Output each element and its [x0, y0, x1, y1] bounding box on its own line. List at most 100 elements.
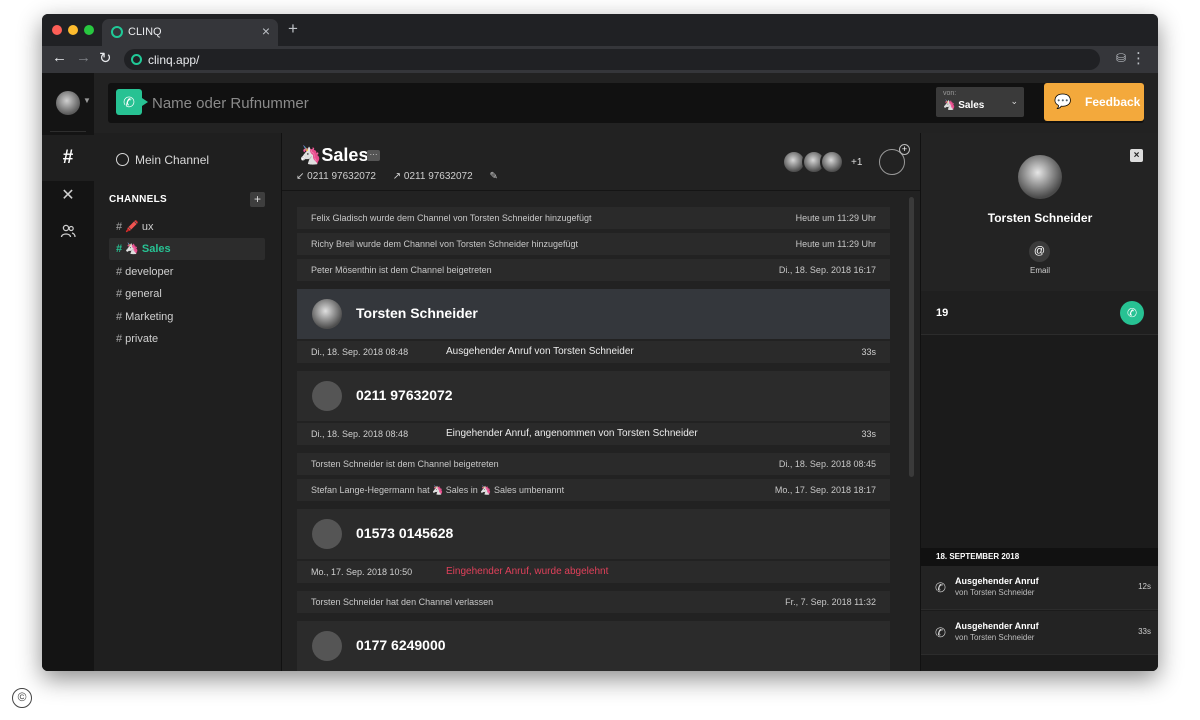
hash-icon: # — [116, 288, 123, 300]
outgoing-call-icon: ✆ — [935, 580, 946, 595]
sidebar-item-private[interactable]: # private — [109, 328, 265, 350]
call-date: Mo., 17. Sep. 2018 10:50 — [311, 567, 413, 577]
call-card-header[interactable]: 01573 0145628 — [297, 509, 890, 559]
member-extra-count[interactable]: +1 — [851, 157, 862, 168]
nav-rail: ▼ # ✕ — [42, 73, 94, 671]
dial-bar: ✆ von: 🦄 Sales ⌄ — [108, 83, 1144, 123]
call-history-item[interactable]: ✆ Ausgehender Anruf von Torsten Schneide… — [921, 566, 1158, 610]
contacts-icon[interactable] — [42, 223, 94, 244]
add-channel-button[interactable]: + — [250, 192, 265, 207]
feedback-button[interactable]: 💬 Feedback — [1044, 83, 1144, 121]
divider — [50, 131, 86, 132]
channels-heading: CHANNELS — [109, 194, 167, 205]
call-detail-row[interactable]: Di., 18. Sep. 2018 08:48 Eingehender Anr… — [297, 423, 890, 445]
channel-options-button[interactable]: ··· — [367, 150, 380, 161]
call-card-header[interactable]: Torsten Schneider — [297, 289, 890, 339]
event-text: Peter Mösenthin ist dem Channel beigetre… — [311, 265, 492, 275]
channel-label: general — [125, 288, 162, 300]
url-text: clinq.app/ — [148, 53, 200, 67]
call-description: Eingehender Anruf, angenommen von Torste… — [446, 428, 698, 439]
chevron-down-icon[interactable]: ▼ — [83, 96, 91, 105]
call-card-header[interactable]: 0211 97632072 — [297, 371, 890, 421]
call-card-header[interactable]: 0177 6249000 — [297, 621, 890, 671]
clinq-app: ▼ # ✕ ✆ von: 🦄 Sales ⌄ — [42, 73, 1158, 671]
browser-tab[interactable]: CLINQ × — [102, 19, 278, 46]
call-description: Eingehender Anruf, wurde abgelehnt — [446, 566, 609, 577]
phone-call-button[interactable]: ✆ — [116, 89, 148, 115]
outgoing-call-icon: ✆ — [935, 625, 946, 640]
call-date: Di., 18. Sep. 2018 08:48 — [311, 429, 409, 439]
sidebar-item-ux[interactable]: # 🖍️ ux — [109, 216, 265, 238]
forward-arrow-icon[interactable]: → — [76, 49, 91, 66]
tab-bar: CLINQ × + — [42, 14, 1158, 46]
copyright-icon: © — [12, 688, 32, 708]
extension-icon[interactable]: ⛁ — [1116, 51, 1126, 65]
channel-view: 🦄Sales ··· ↙ 0211 97632072 ↗ 0211 976320… — [281, 133, 921, 671]
tools-icon[interactable]: ✕ — [42, 185, 94, 205]
sidebar-item-sales[interactable]: # 🦄 Sales — [109, 238, 265, 260]
contact-avatar — [312, 631, 342, 661]
history-subtitle: von Torsten Schneider — [955, 633, 1035, 642]
event-time: Heute um 11:29 Uhr — [795, 213, 876, 223]
event-time: Mo., 17. Sep. 2018 18:17 — [774, 485, 876, 495]
tab-title: CLINQ — [128, 26, 162, 38]
call-detail-row[interactable]: Di., 18. Sep. 2018 08:48 Ausgehender Anr… — [297, 341, 890, 363]
new-tab-button[interactable]: + — [288, 19, 298, 39]
hash-icon: # — [116, 311, 123, 323]
feedback-label: Feedback — [1085, 95, 1141, 109]
close-window-button[interactable] — [52, 25, 62, 35]
channel-label: 🦄 Sales — [125, 243, 171, 255]
pencil-edit-icon[interactable]: ✎ — [489, 171, 497, 182]
channel-label: 🖍️ ux — [125, 221, 154, 233]
feed-event: Richy Breil wurde dem Channel von Torste… — [297, 233, 890, 255]
hash-icon: # — [116, 333, 123, 345]
mein-channel-link[interactable]: Mein Channel — [116, 153, 209, 167]
plus-icon: + — [899, 144, 910, 155]
email-button[interactable]: @ — [1029, 241, 1050, 262]
kebab-menu-icon[interactable]: ⋮ — [1131, 49, 1146, 67]
call-contact-name: 0177 6249000 — [356, 637, 446, 653]
feed-event: Stefan Lange-Hegermann hat 🦄 Sales in 🦄 … — [297, 479, 890, 501]
people-icon — [60, 224, 76, 238]
channel-numbers: ↙ 0211 97632072 ↗ 0211 97632072 ✎ — [296, 171, 505, 182]
dial-input[interactable] — [152, 91, 922, 115]
feed-scrollbar[interactable] — [909, 197, 914, 477]
minimize-window-button[interactable] — [68, 25, 78, 35]
email-label: Email — [1029, 266, 1050, 275]
caller-id-select[interactable]: von: 🦄 Sales ⌄ — [936, 87, 1024, 117]
call-contact-name: 0211 97632072 — [356, 387, 453, 403]
feed-event: Torsten Schneider ist dem Channel beiget… — [297, 453, 890, 475]
url-field[interactable]: clinq.app/ — [124, 49, 1100, 70]
call-detail-row[interactable]: Mo., 17. Sep. 2018 10:50 Eingehender Anr… — [297, 561, 890, 583]
event-text: Felix Gladisch wurde dem Channel von Tor… — [311, 213, 592, 223]
event-time: Di., 18. Sep. 2018 08:45 — [778, 459, 876, 469]
contact-number-row: 19 ✆ — [921, 291, 1158, 335]
sidebar-item-general[interactable]: # general — [109, 283, 265, 305]
back-arrow-icon[interactable]: ← — [52, 49, 67, 66]
history-date-heading: 18. SEPTEMBER 2018 — [921, 548, 1158, 566]
contact-avatar — [312, 381, 342, 411]
channel-label: Marketing — [125, 311, 174, 323]
call-contact-button[interactable]: ✆ — [1120, 301, 1144, 325]
sidebar-item-developer[interactable]: # developer — [109, 261, 265, 283]
hash-channels-icon[interactable]: # — [42, 147, 94, 169]
maximize-window-button[interactable] — [84, 25, 94, 35]
reload-icon[interactable]: ↻ — [99, 49, 112, 67]
member-avatar[interactable] — [820, 150, 844, 174]
history-duration: 33s — [1138, 627, 1151, 636]
tab-close-icon[interactable]: × — [262, 23, 270, 39]
site-favicon-icon — [131, 54, 142, 65]
event-text: Stefan Lange-Hegermann hat 🦄 Sales in 🦄 … — [311, 485, 565, 495]
call-contact-name: 01573 0145628 — [356, 525, 454, 541]
call-history-item[interactable]: ✆ Ausgehender Anruf von Torsten Schneide… — [921, 611, 1158, 655]
call-date: Di., 18. Sep. 2018 08:48 — [311, 347, 409, 357]
user-avatar[interactable] — [56, 91, 80, 115]
feed-event: Torsten Schneider hat den Channel verlas… — [297, 591, 890, 613]
incoming-number-text: 0211 97632072 — [307, 171, 376, 182]
event-text: Richy Breil wurde dem Channel von Torste… — [311, 239, 578, 249]
sidebar-item-marketing[interactable]: # Marketing — [109, 306, 265, 328]
close-panel-button[interactable]: × — [1130, 149, 1143, 162]
channel-sidebar: Mein Channel CHANNELS + # 🖍️ ux # 🦄 Sales … — [94, 133, 281, 671]
hash-icon: # — [116, 266, 123, 278]
event-text: Torsten Schneider ist dem Channel beiget… — [311, 459, 499, 469]
